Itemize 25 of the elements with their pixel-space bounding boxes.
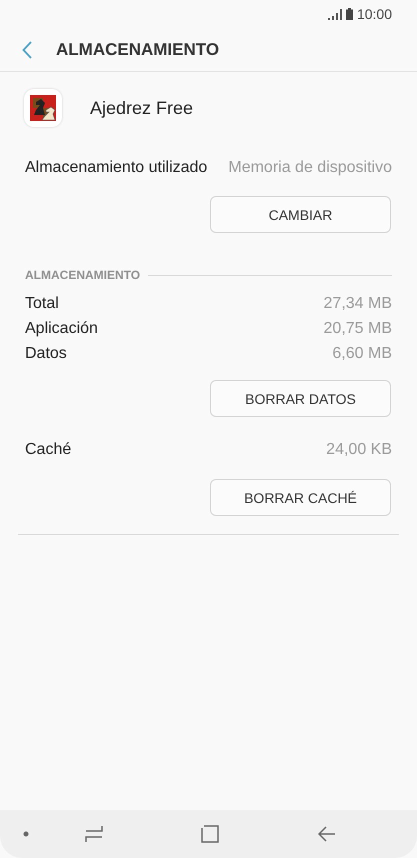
back-button[interactable] (22, 40, 32, 58)
row-value: 24,00 KB (326, 441, 392, 459)
row-label: Caché (25, 441, 72, 459)
chess-knight-icon (30, 95, 56, 121)
clear-cache-button[interactable]: BORRAR CACHÉ (210, 479, 391, 516)
row-label: Almacenamiento utilizado (25, 159, 208, 177)
back-nav-button[interactable] (318, 826, 336, 842)
section-header: ALMACENAMIENTO (25, 268, 140, 282)
clear-data-button[interactable]: BORRAR DATOS (210, 380, 391, 417)
clock: 10:00 (356, 6, 392, 22)
row-value: Memoria de dispositivo (228, 159, 392, 177)
home-button[interactable] (201, 825, 219, 843)
row-value: 6,60 MB (332, 344, 392, 362)
row-label: Datos (25, 344, 67, 362)
row-value: 27,34 MB (324, 294, 392, 312)
battery-icon (346, 8, 353, 20)
row-value: 20,75 MB (324, 320, 392, 338)
recent-apps-button[interactable] (85, 825, 103, 843)
row-label: Aplicación (25, 320, 98, 338)
dot-icon[interactable] (23, 831, 29, 837)
page-title: ALMACENAMIENTO (56, 40, 220, 60)
app-name: Ajedrez Free (90, 98, 194, 118)
row-label: Total (25, 294, 59, 312)
signal-icon (328, 8, 342, 20)
change-button[interactable]: CAMBIAR (210, 196, 391, 233)
